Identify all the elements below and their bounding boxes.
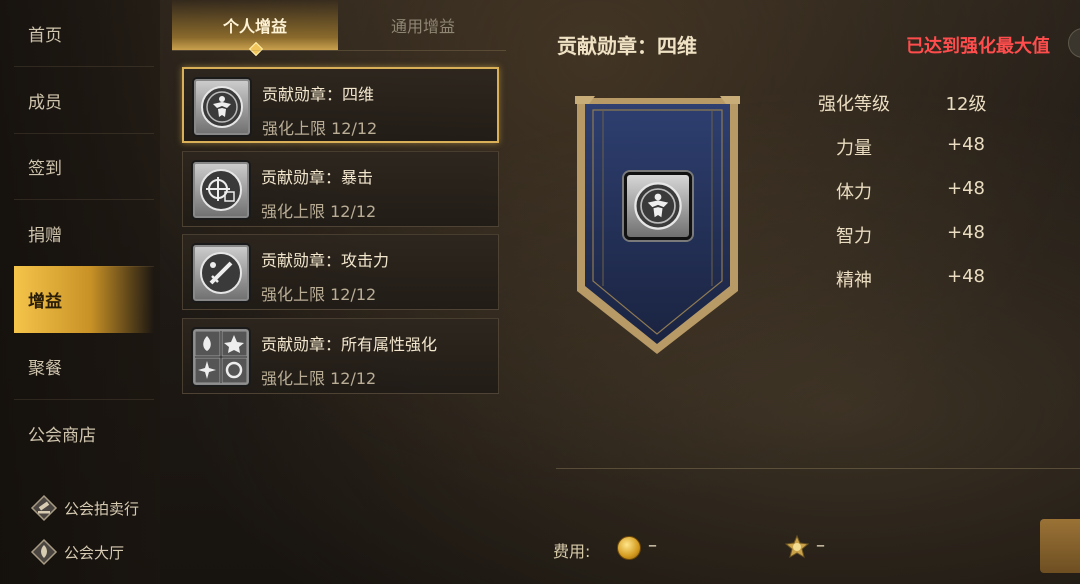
buff-list-item-four-stats[interactable]: 贡献勋章：四维 强化上限 12/12 — [182, 67, 499, 143]
sidebar-item-label: 成员 — [28, 92, 62, 113]
crit-medal-icon — [191, 160, 251, 220]
max-level-status: 已达到强化最大值 — [906, 36, 1050, 57]
guild-auction-link[interactable]: 公会拍卖行 — [30, 494, 139, 522]
buff-list-item-all-attributes[interactable]: 贡献勋章：所有属性强化 强化上限 12/12 — [182, 318, 499, 394]
sidebar-item-donate[interactable]: 捐赠 — [14, 200, 154, 267]
sidebar-item-label: 增益 — [28, 292, 62, 312]
guild-hall-link[interactable]: 公会大厅 — [30, 538, 124, 566]
four-stats-medal-icon — [192, 77, 252, 137]
medal-currency-icon — [784, 534, 810, 559]
auction-icon — [30, 494, 58, 522]
sidebar-item-label: 捐赠 — [28, 225, 62, 246]
buff-limit: 强化上限 12/12 — [262, 119, 378, 138]
stat-name-spirit: 精神 — [836, 270, 872, 291]
upgrade-button[interactable] — [1040, 519, 1080, 573]
buff-name: 贡献勋章：暴击 — [261, 168, 374, 187]
medal-banner — [575, 96, 740, 356]
gold-cost-value: – — [648, 535, 657, 556]
buff-name: 贡献勋章：攻击力 — [261, 251, 390, 270]
detail-title: 贡献勋章：四维 — [557, 34, 697, 58]
sidebar-item-guild-shop[interactable]: 公会商店 — [14, 400, 154, 467]
hall-icon — [30, 538, 58, 566]
tabs-divider — [172, 50, 506, 51]
sidebar-item-label: 公会商店 — [28, 426, 96, 446]
stat-value-stamina: +48 — [947, 178, 985, 199]
close-button[interactable] — [1068, 28, 1080, 58]
medal-cost-value: – — [816, 535, 825, 556]
buff-limit: 强化上限 12/12 — [261, 285, 377, 304]
buff-limit: 强化上限 12/12 — [261, 202, 377, 221]
sidebar-item-buff[interactable]: 增益 — [14, 266, 154, 333]
buff-name: 贡献勋章：四维 — [262, 85, 375, 104]
sidebar-item-members[interactable]: 成员 — [14, 67, 154, 134]
buff-list-item-attack[interactable]: 贡献勋章：攻击力 强化上限 12/12 — [182, 234, 499, 310]
buff-limit: 强化上限 12/12 — [261, 369, 377, 388]
buff-name: 贡献勋章：所有属性强化 — [261, 335, 438, 354]
guild-auction-label: 公会拍卖行 — [64, 499, 140, 518]
sidebar-item-label: 签到 — [28, 158, 62, 179]
stat-value-intelligence: +48 — [947, 222, 985, 243]
guild-hall-label: 公会大厅 — [64, 543, 125, 562]
stat-value-strength: +48 — [947, 134, 985, 155]
stat-value-spirit: +48 — [947, 266, 985, 287]
stat-name-level: 强化等级 — [818, 94, 890, 115]
tab-label: 通用增益 — [390, 17, 455, 36]
buff-list-item-crit[interactable]: 贡献勋章：暴击 强化上限 12/12 — [182, 151, 499, 227]
stat-name-intelligence: 智力 — [836, 226, 872, 247]
all-attributes-medal-icon — [191, 327, 251, 387]
sidebar-item-label: 聚餐 — [28, 358, 62, 379]
attack-medal-icon — [191, 243, 251, 303]
sidebar-item-checkin[interactable]: 签到 — [14, 133, 154, 200]
cost-label: 费用: — [553, 542, 591, 561]
stat-value-level: 12级 — [945, 94, 987, 115]
sidebar-item-label: 首页 — [28, 25, 62, 46]
sidebar: 首页 成员 签到 捐赠 增益 聚餐 公会商店 公会拍卖行 公会大厅 — [0, 0, 160, 584]
medal-detail-icon — [624, 172, 692, 240]
sidebar-item-feast[interactable]: 聚餐 — [14, 333, 154, 400]
gold-coin-icon — [617, 536, 641, 560]
stat-name-strength: 力量 — [836, 138, 872, 159]
sidebar-item-home[interactable]: 首页 — [14, 0, 154, 67]
cost-divider — [556, 468, 1080, 469]
tab-general-buff[interactable]: 通用增益 — [340, 0, 506, 50]
stat-name-stamina: 体力 — [836, 182, 872, 203]
tab-label: 个人增益 — [222, 17, 287, 36]
